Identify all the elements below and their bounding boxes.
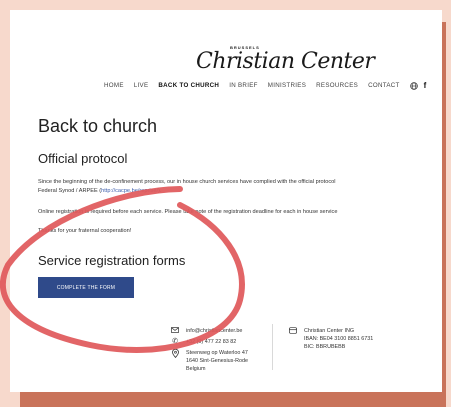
facebook-icon[interactable]: f (424, 82, 427, 91)
footer-bank: Christian Center ING IBAN: BE04 3100 885… (288, 327, 373, 354)
location-pin-icon (170, 348, 180, 359)
footer-bank-name: Christian Center ING (304, 328, 355, 334)
protocol-text-suffix: ). (158, 188, 162, 194)
bank-card-icon (288, 327, 298, 335)
registration-text: Online registration is required before e… (38, 209, 338, 215)
phone-icon: ✆ (172, 338, 178, 345)
footer-iban: IBAN: BE04 3100 8851 6731 (304, 336, 374, 342)
protocol-paragraph: Since the beginning of the de-confinemen… (38, 178, 442, 196)
footer-phone[interactable]: +32 (0) 477 22 83 82 (186, 338, 236, 346)
globe-icon[interactable] (409, 82, 418, 91)
forms-heading: Service registration forms (38, 253, 186, 268)
footer-contact: info@christiancenter.be ✆ +32 (0) 477 22… (170, 327, 248, 376)
web-page: BRUSSELS Christian Center HOME LIVE BACK… (10, 10, 442, 392)
page-title: Back to church (38, 116, 158, 136)
footer-address-line1: Steenweg op Waterloo 47 (186, 350, 248, 356)
nav-item-in-brief[interactable]: IN BRIEF (229, 82, 258, 91)
footer-email[interactable]: info@christiancenter.be (186, 327, 242, 335)
main-nav: HOME LIVE BACK TO CHURCH IN BRIEF MINIST… (104, 82, 433, 91)
nav-item-live[interactable]: LIVE (134, 82, 149, 91)
footer-address-line2: 1640 Sint-Genesius-Rode (186, 358, 249, 364)
protocol-text-line1: Since the beginning of the de-confinemen… (38, 179, 336, 185)
footer-divider (272, 324, 273, 370)
protocol-text-prefix: Federal Synod / ARPEE ( (38, 188, 102, 194)
footer-address-line3: Belgium (186, 366, 206, 372)
nav-item-home[interactable]: HOME (104, 82, 124, 91)
nav-item-ministries[interactable]: MINISTRIES (268, 82, 306, 91)
protocol-heading: Official protocol (38, 151, 128, 166)
complete-form-button[interactable]: COMPLETE THE FORM (38, 277, 134, 298)
logo-name: Christian Center (196, 49, 375, 74)
nav-item-contact[interactable]: CONTACT (368, 82, 400, 91)
christian-center-logo[interactable]: BRUSSELS Christian Center (196, 45, 375, 83)
envelope-icon (170, 327, 180, 335)
nav-item-resources[interactable]: RESOURCES (316, 82, 358, 91)
footer-bic: BIC: BBRUBEBB (304, 344, 346, 350)
protocol-link[interactable]: http://cacpe.be/reprise/ (101, 188, 158, 194)
thanks-text: Thanks for your fraternal cooperation! (38, 228, 132, 234)
nav-item-back-to-church[interactable]: BACK TO CHURCH (158, 82, 219, 91)
